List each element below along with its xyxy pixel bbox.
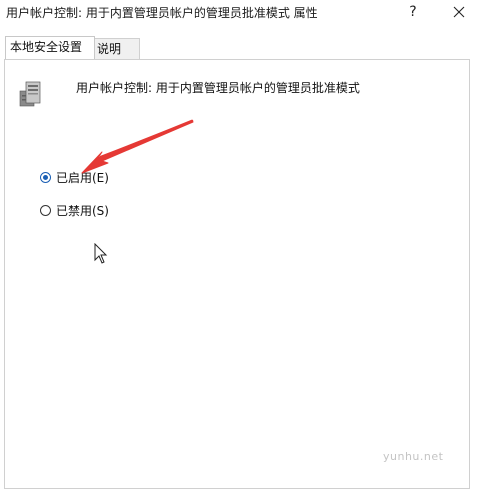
help-button[interactable]: ? xyxy=(398,0,428,24)
close-button[interactable] xyxy=(442,0,476,24)
tab-label: 本地安全设置 xyxy=(10,40,83,54)
enabled-option[interactable]: 已启用(E) xyxy=(40,168,109,186)
policy-name: 用户帐户控制: 用于内置管理员帐户的管理员批准模式 xyxy=(76,81,360,95)
disabled-label: 已禁用(S) xyxy=(56,203,109,218)
server-policy-icon xyxy=(19,81,41,107)
tab-panel xyxy=(4,59,470,489)
window-title: 用户帐户控制: 用于内置管理员帐户的管理员批准模式 属性 xyxy=(6,6,318,20)
title-bar: 用户帐户控制: 用于内置管理员帐户的管理员批准模式 属性 ? xyxy=(0,0,481,26)
enabled-radio[interactable] xyxy=(40,171,51,183)
watermark: yunhu.net xyxy=(383,450,444,463)
close-icon xyxy=(453,6,465,18)
tab-local-security-setting[interactable]: 本地安全设置 xyxy=(5,36,95,59)
tab-label: 说明 xyxy=(97,42,122,56)
tab-explain[interactable]: 说明 xyxy=(92,38,140,59)
disabled-option[interactable]: 已禁用(S) xyxy=(40,201,109,219)
help-icon: ? xyxy=(409,4,417,20)
disabled-radio[interactable] xyxy=(40,204,51,216)
enabled-label: 已启用(E) xyxy=(56,170,109,185)
mouse-pointer-icon xyxy=(94,243,108,264)
properties-dialog: 用户帐户控制: 用于内置管理员帐户的管理员批准模式 属性 ? 本地安全设置 说明… xyxy=(0,0,481,489)
